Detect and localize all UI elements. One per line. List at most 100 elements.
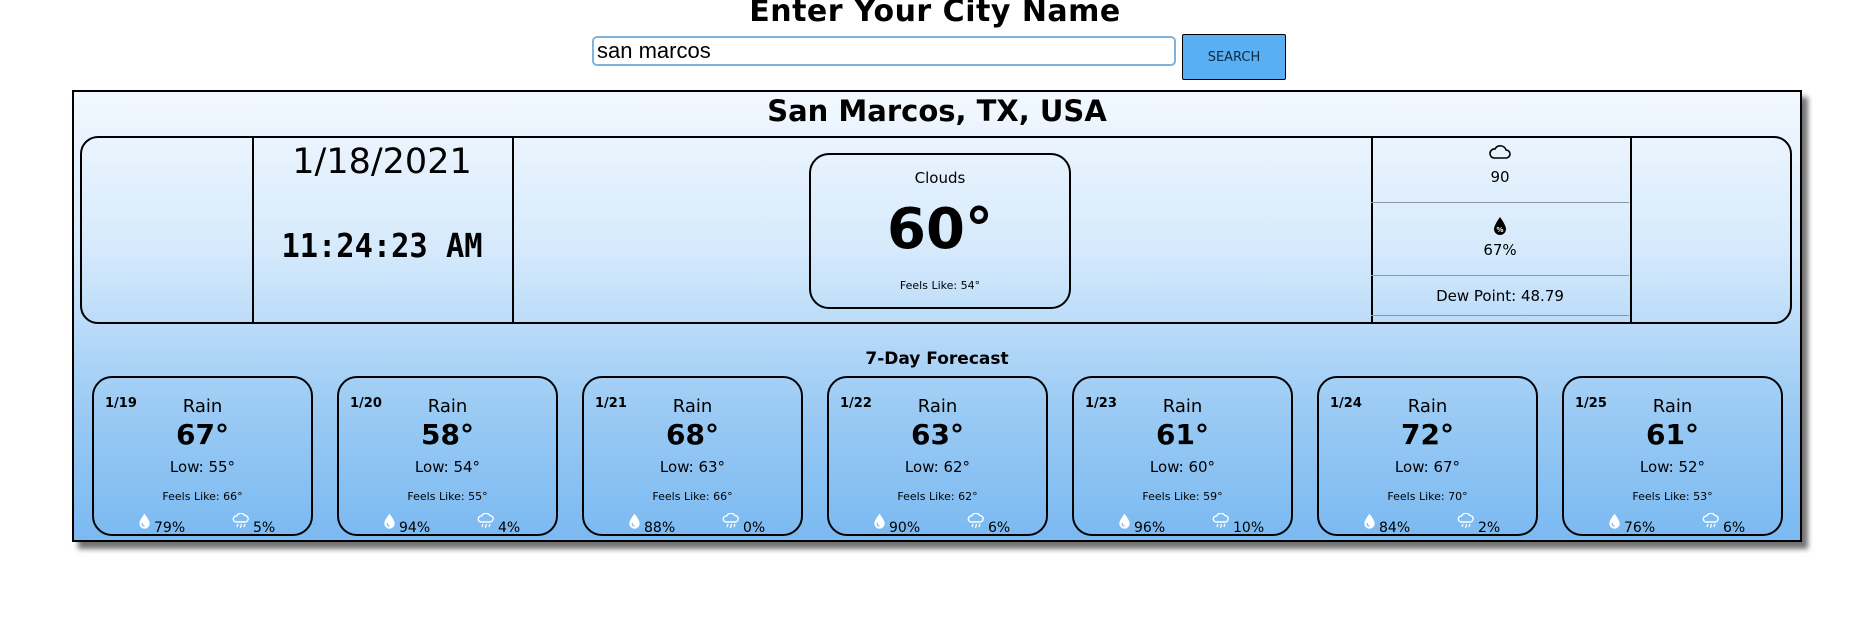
forecast-low: Low: 54° <box>414 458 481 476</box>
rain-cloud-icon <box>232 512 253 536</box>
forecast-day-card: 1/25 Rain 61° Low: 52° Feels Like: 53° 76% 6% <box>1562 376 1783 536</box>
rain-cloud-icon <box>1457 512 1478 536</box>
rain-cloud-icon <box>1212 512 1233 536</box>
forecast-high: 63° <box>911 418 964 451</box>
forecast-precip-value: 0% <box>743 520 766 536</box>
current-temperature: 60° <box>887 197 993 262</box>
forecast-high: 61° <box>1156 418 1209 451</box>
forecast-day-card: 1/21 Rain 68° Low: 63° Feels Like: 66° 88% 0% <box>582 376 803 536</box>
humidity-value: 67% <box>1483 241 1517 259</box>
forecast-low: Low: 62° <box>904 458 971 476</box>
current-date: 1/18/2021 <box>292 142 472 182</box>
cloud-icon <box>1371 144 1629 164</box>
rain-cloud-icon <box>967 512 988 536</box>
forecast-high: 68° <box>666 418 719 451</box>
forecast-low: Low: 60° <box>1149 458 1216 476</box>
forecast-high: 67° <box>176 418 229 451</box>
forecast-humidity-value: 79% <box>154 520 186 536</box>
current-stats: 90 % 67% Dew Point: 48.79 <box>1371 138 1629 322</box>
page-title: Enter Your City Name <box>749 0 1121 29</box>
dew-point-stat: Dew Point: 48.79 <box>1436 287 1564 305</box>
humidity-drop-icon <box>1608 513 1624 536</box>
forecast-precipitation: 10% <box>1212 512 1265 536</box>
forecast-condition: Rain <box>1407 396 1448 417</box>
forecast-feels-like: Feels Like: 62° <box>897 490 978 503</box>
cloudiness-value: 90 <box>1490 168 1510 186</box>
divider <box>1630 138 1632 322</box>
forecast-high: 58° <box>421 418 474 451</box>
forecast-precipitation: 0% <box>722 512 766 536</box>
forecast-precip-value: 2% <box>1478 520 1501 536</box>
humidity-drop-icon <box>628 513 644 536</box>
forecast-day-card: 1/19 Rain 67° Low: 55° Feels Like: 66° 79% 5% <box>92 376 313 536</box>
current-feels-like: Feels Like: 54° <box>899 279 981 292</box>
city-search-input[interactable] <box>592 36 1176 66</box>
forecast-precip-value: 4% <box>498 520 521 536</box>
forecast-humidity: 88% <box>628 513 675 536</box>
humidity-drop-icon <box>1363 513 1379 536</box>
forecast-condition: Rain <box>1162 396 1203 417</box>
forecast-low: Low: 67° <box>1394 458 1461 476</box>
forecast-condition: Rain <box>182 396 223 417</box>
forecast-feels-like: Feels Like: 55° <box>407 490 488 503</box>
location-title: San Marcos, TX, USA <box>767 94 1107 128</box>
forecast-high: 61° <box>1646 418 1699 451</box>
current-time: 11:24:23 AM <box>281 226 483 265</box>
forecast-precipitation: 4% <box>477 512 521 536</box>
humidity-drop-icon <box>383 513 399 536</box>
forecast-humidity-value: 88% <box>644 520 676 536</box>
forecast-precip-value: 6% <box>1723 520 1746 536</box>
rain-cloud-icon <box>477 512 498 536</box>
forecast-feels-like: Feels Like: 70° <box>1387 490 1468 503</box>
forecast-precip-value: 5% <box>253 520 276 536</box>
rain-cloud-icon <box>1702 512 1723 536</box>
forecast-day-card: 1/20 Rain 58° Low: 54° Feels Like: 55° 94% 4% <box>337 376 558 536</box>
svg-text:%: % <box>1496 226 1503 234</box>
forecast-low: Low: 63° <box>659 458 726 476</box>
divider <box>1371 202 1629 203</box>
forecast-feels-like: Feels Like: 66° <box>162 490 243 503</box>
divider <box>1371 275 1629 276</box>
rain-cloud-icon <box>722 512 743 536</box>
forecast-day-card: 1/22 Rain 63° Low: 62° Feels Like: 62° 90% 6% <box>827 376 1048 536</box>
forecast-feels-like: Feels Like: 59° <box>1142 490 1223 503</box>
forecast-precipitation: 2% <box>1457 512 1501 536</box>
humidity-stat: % 67% <box>1371 216 1629 259</box>
forecast-condition: Rain <box>427 396 468 417</box>
current-conditions-card: Clouds 60° Feels Like: 54° <box>809 153 1071 309</box>
forecast-low: Low: 52° <box>1639 458 1706 476</box>
forecast-precipitation: 6% <box>967 512 1011 536</box>
forecast-humidity-value: 76% <box>1624 520 1656 536</box>
humidity-drop-icon <box>873 513 889 536</box>
forecast-humidity-value: 96% <box>1134 520 1166 536</box>
forecast-precip-value: 6% <box>988 520 1011 536</box>
forecast-condition: Rain <box>672 396 713 417</box>
forecast-humidity: 79% <box>138 513 185 536</box>
forecast-humidity: 90% <box>873 513 920 536</box>
humidity-drop-icon <box>138 513 154 536</box>
forecast-day-card: 1/23 Rain 61° Low: 60° Feels Like: 59° 96% 10% <box>1072 376 1293 536</box>
current-condition: Clouds <box>914 169 966 187</box>
current-weather-box: 1/18/2021 11:24:23 AM Clouds 60° Feels L… <box>80 136 1792 324</box>
forecast-day-card: 1/24 Rain 72° Low: 67° Feels Like: 70° 84% 2% <box>1317 376 1538 536</box>
forecast-feels-like: Feels Like: 66° <box>652 490 733 503</box>
divider <box>512 138 514 322</box>
forecast-humidity-value: 90% <box>889 520 921 536</box>
forecast-humidity-value: 94% <box>399 520 431 536</box>
divider <box>1371 315 1629 316</box>
forecast-humidity: 94% <box>383 513 430 536</box>
search-bar: SEARCH <box>592 34 1286 80</box>
search-button[interactable]: SEARCH <box>1182 34 1286 80</box>
forecast-precipitation: 5% <box>232 512 276 536</box>
forecast-humidity: 76% <box>1608 513 1655 536</box>
forecast-precip-value: 10% <box>1233 520 1265 536</box>
forecast-high: 72° <box>1401 418 1454 451</box>
humidity-percent-icon: % <box>1371 216 1629 236</box>
forecast-condition: Rain <box>917 396 958 417</box>
forecast-humidity-value: 84% <box>1379 520 1411 536</box>
forecast-humidity: 96% <box>1118 513 1165 536</box>
weather-panel: San Marcos, TX, USA 1/18/2021 11:24:23 A… <box>72 90 1802 542</box>
forecast-condition: Rain <box>1652 396 1693 417</box>
cloudiness-stat: 90 <box>1371 144 1629 186</box>
humidity-drop-icon <box>1118 513 1134 536</box>
